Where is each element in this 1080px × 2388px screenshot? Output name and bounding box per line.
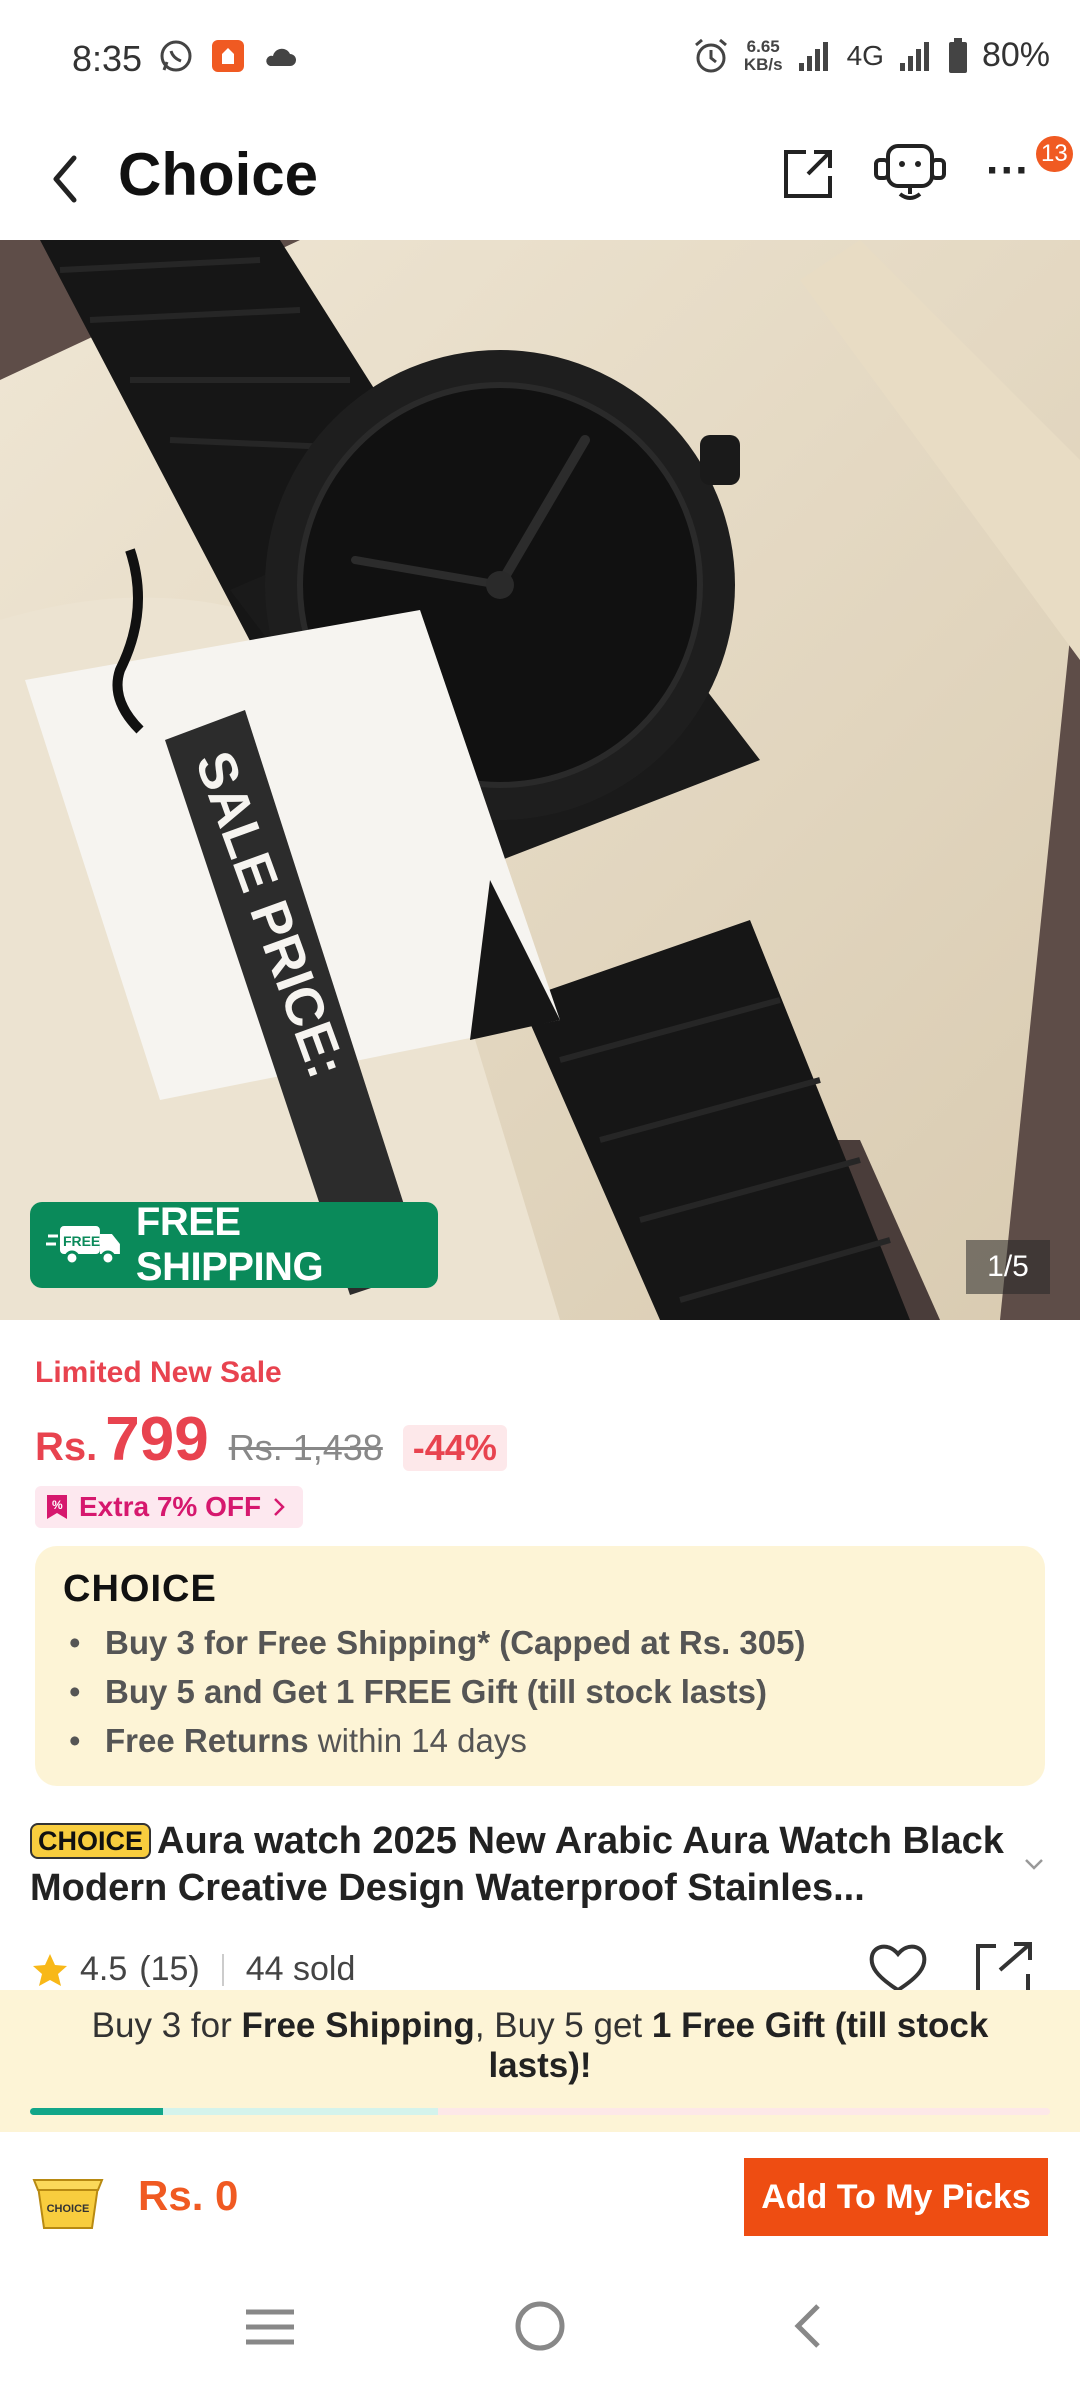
watch-photo: SALE PRICE: bbox=[0, 240, 1080, 1320]
system-nav-bar bbox=[0, 2262, 1080, 2388]
app-notification-icon bbox=[212, 40, 244, 72]
progress-fill bbox=[30, 2108, 163, 2115]
home-icon[interactable] bbox=[512, 2298, 568, 2354]
battery-icon bbox=[948, 37, 967, 73]
bundle-progress-bar bbox=[30, 2108, 1050, 2115]
choice-benefit-item: • Free Returns within 14 days bbox=[69, 1722, 527, 1759]
choice-tag: CHOICE bbox=[30, 1823, 152, 1859]
choice-benefit-item: • Buy 5 and Get 1 FREE Gift (till stock l… bbox=[69, 1673, 767, 1710]
alarm-icon bbox=[694, 38, 727, 72]
price-row: Rs. 799 Rs. 1,438 -44% bbox=[35, 1404, 507, 1475]
status-time: 8:35 bbox=[72, 38, 143, 79]
choice-benefits-list: • Buy 3 for Free Shipping* (Capped at Rs.… bbox=[69, 1618, 805, 1765]
discount-badge: -44% bbox=[402, 1425, 507, 1471]
bundle-text: Buy 3 for Free Shipping, Buy 5 get 1 Fre… bbox=[91, 2006, 989, 2085]
rating-row[interactable]: 4.5 (15) 44 sold bbox=[32, 1950, 355, 1989]
divider bbox=[221, 1953, 224, 1986]
whatsapp-icon bbox=[160, 40, 192, 72]
free-shipping-badge: FREE FREE SHIPPING bbox=[30, 1200, 438, 1289]
bottom-action-bar: CHOICE Rs. 0 Add To My Picks bbox=[0, 2132, 1080, 2262]
product-title[interactable]: CHOICE Aura watch 2025 New Arabic Aura Wa… bbox=[30, 1818, 1030, 1912]
cloud-icon bbox=[266, 48, 296, 66]
product-image[interactable]: SALE PRICE: bbox=[0, 240, 1080, 1320]
share-icon[interactable] bbox=[972, 1940, 1036, 1996]
recent-apps-icon[interactable] bbox=[240, 2302, 300, 2352]
nav-back-icon[interactable] bbox=[784, 2298, 834, 2354]
page-title: Choice bbox=[118, 141, 319, 208]
promo-label: Limited New Sale bbox=[35, 1356, 282, 1389]
battery-level: 80% bbox=[981, 36, 1050, 74]
progress-next-segment bbox=[163, 2108, 438, 2115]
chevron-right-icon bbox=[274, 1498, 285, 1516]
image-counter: 1/5 bbox=[966, 1240, 1050, 1294]
signal-icon bbox=[798, 41, 828, 71]
share-icon[interactable] bbox=[778, 144, 838, 204]
chevron-down-icon[interactable] bbox=[1020, 1850, 1048, 1878]
network-type: 4G bbox=[846, 39, 884, 71]
review-count: (15) bbox=[139, 1950, 200, 1988]
add-to-picks-button[interactable]: Add To My Picks bbox=[744, 2158, 1048, 2236]
status-notification-icons bbox=[158, 38, 298, 74]
price-original: Rs. 1,438 bbox=[228, 1427, 383, 1468]
coupon-label: Extra 7% OFF bbox=[79, 1491, 262, 1522]
header: Choice ··· 13 bbox=[0, 118, 1080, 240]
coupon-chip[interactable]: % Extra 7% OFF bbox=[35, 1486, 304, 1528]
notification-badge: 13 bbox=[1036, 136, 1073, 172]
star-icon bbox=[33, 1953, 67, 1986]
status-bar: 8:35 6.65 KB/s 4G 80% bbox=[0, 0, 1080, 118]
back-icon[interactable] bbox=[38, 144, 98, 214]
free-shipping-label: FREE SHIPPING bbox=[135, 1200, 324, 1289]
svg-text:CHOICE: CHOICE bbox=[47, 2203, 90, 2215]
status-system-icons: 6.65 KB/s 4G 80% bbox=[692, 36, 1050, 75]
coupon-icon: % bbox=[47, 1495, 67, 1519]
heart-icon[interactable] bbox=[866, 1940, 930, 1996]
price-currency: Rs. bbox=[35, 1425, 98, 1469]
truck-icon: FREE bbox=[46, 1226, 120, 1266]
price-current: 799 bbox=[105, 1405, 209, 1474]
product-title-text: Aura watch 2025 New Arabic Aura Watch Bl… bbox=[30, 1820, 1004, 1909]
bundle-banner[interactable]: Buy 3 for Free Shipping, Buy 5 get 1 Fre… bbox=[0, 1990, 1080, 2132]
sold-count: 44 sold bbox=[245, 1950, 356, 1988]
picks-total: Rs. 0 bbox=[138, 2172, 239, 2219]
signal-icon-2 bbox=[899, 41, 929, 71]
svg-text:FREE: FREE bbox=[63, 1233, 100, 1249]
network-speed: 6.65 KB/s bbox=[743, 36, 783, 74]
svg-text:%: % bbox=[52, 1498, 63, 1512]
choice-benefit-item: • Buy 3 for Free Shipping* (Capped at Rs.… bbox=[69, 1624, 806, 1661]
support-icon[interactable] bbox=[870, 138, 950, 208]
choice-cart-icon[interactable]: CHOICE bbox=[30, 2166, 106, 2236]
choice-benefits-card[interactable]: CHOICE • Buy 3 for Free Shipping* (Capped… bbox=[35, 1546, 1045, 1786]
rating-value: 4.5 bbox=[80, 1950, 128, 1988]
choice-logo: CHOICE bbox=[63, 1568, 217, 1610]
